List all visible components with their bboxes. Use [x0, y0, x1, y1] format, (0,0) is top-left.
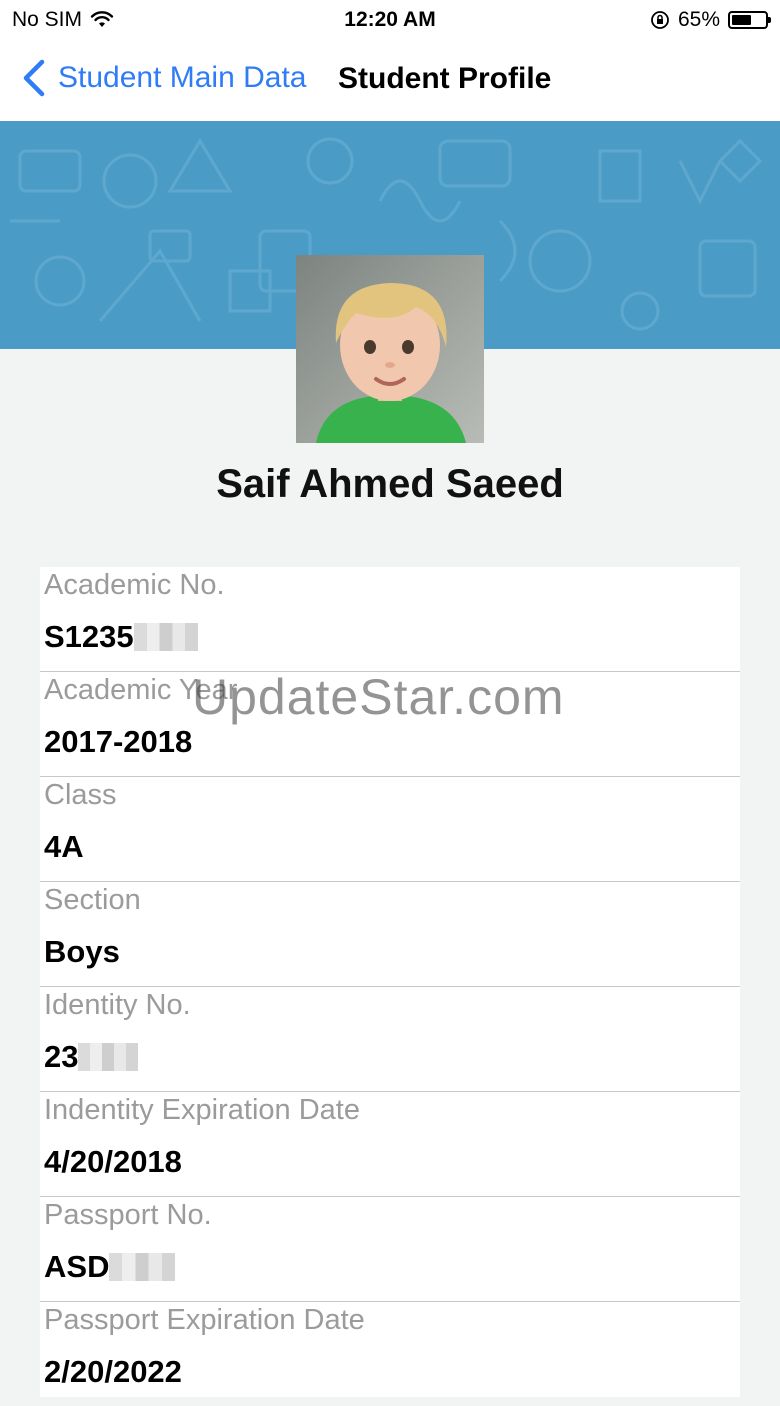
student-name: Saif Ahmed Saeed — [216, 462, 564, 506]
field-value-text: ASD — [44, 1249, 110, 1284]
status-bar: No SIM 12:20 AM 65% — [0, 0, 780, 40]
field-value: 2/20/2022 — [44, 1354, 182, 1389]
chevron-left-icon — [23, 59, 45, 97]
redacted-block — [133, 623, 198, 651]
field-value: 2017-2018 — [44, 724, 193, 759]
field-label: Indentity Expiration Date — [44, 1094, 360, 1126]
field-label: Passport Expiration Date — [44, 1304, 365, 1336]
back-button[interactable]: Student Main Data — [20, 58, 306, 98]
field-identity-expiration-date: Indentity Expiration Date 4/20/2018 — [40, 1092, 740, 1197]
watermark: UpdateStar.com — [192, 669, 565, 725]
battery-percent: 65% — [677, 8, 720, 31]
redacted-block — [78, 1043, 139, 1071]
field-value: 4/20/2018 — [44, 1144, 182, 1179]
field-label: Academic No. — [44, 569, 225, 601]
field-passport-expiration-date: Passport Expiration Date 2/20/2022 — [40, 1302, 740, 1406]
status-right: 65% — [650, 8, 771, 32]
battery-fill — [732, 15, 752, 25]
redacted-block — [109, 1253, 176, 1281]
field-value-text: S1235 — [44, 619, 134, 654]
student-photo-illustration — [296, 255, 484, 443]
field-identity-no: Identity No. 23 — [40, 987, 740, 1092]
field-value: 23 — [44, 1039, 139, 1075]
field-label: Section — [44, 884, 141, 916]
field-value-text: 23 — [44, 1039, 79, 1074]
field-value: S1235 — [44, 619, 198, 655]
back-button-label: Student Main Data — [58, 61, 307, 94]
field-class: Class 4A — [40, 777, 740, 882]
field-value: Boys — [44, 934, 120, 969]
field-label: Passport No. — [44, 1199, 212, 1231]
field-label: Class — [44, 779, 117, 811]
battery-icon — [728, 11, 771, 29]
field-passport-no: Passport No. ASD — [40, 1197, 740, 1302]
field-academic-no: Academic No. S1235 — [40, 567, 740, 672]
field-value: ASD — [44, 1249, 176, 1285]
field-section: Section Boys — [40, 882, 740, 987]
page-title: Student Profile — [338, 62, 552, 95]
student-photo — [296, 255, 484, 443]
field-label: Identity No. — [44, 989, 191, 1021]
navigation-bar: Student Main Data Student Profile — [0, 40, 780, 122]
field-value: 4A — [44, 829, 84, 864]
orientation-lock-icon — [651, 11, 669, 29]
